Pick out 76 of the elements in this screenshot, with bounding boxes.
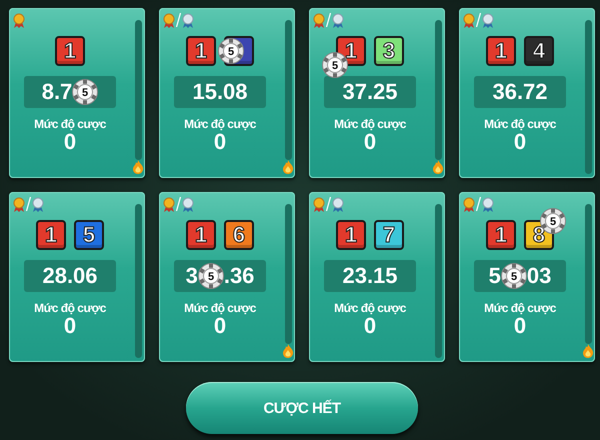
slash-icon (476, 13, 481, 27)
bet-level-label: Mức độ cược (34, 301, 106, 315)
medal-icon (482, 196, 494, 212)
medal-icon (313, 196, 325, 212)
bet-card[interactable]: 1 8.7 5 Mức độ cược 0 (9, 8, 145, 178)
medal-icon (13, 12, 25, 28)
medal-icon (13, 196, 25, 212)
medal-icon (182, 12, 194, 28)
poker-chip: 5 (72, 79, 98, 105)
flame-icon (582, 344, 594, 358)
bet-amount: 0 (64, 131, 76, 153)
medal-icon (182, 196, 194, 212)
bet-amount: 0 (364, 131, 376, 153)
odds-value: 37.25 (342, 79, 398, 105)
medal-icon (332, 196, 344, 212)
medal-icon (313, 12, 325, 28)
bet-level-label: Mức độ cược (484, 301, 556, 315)
poker-chip: 5 (500, 263, 527, 289)
die-number: 4 (532, 40, 546, 62)
bet-amount: 0 (64, 315, 76, 337)
flame-icon (282, 160, 294, 174)
slash-icon (26, 197, 31, 211)
bet-amount: 0 (514, 131, 526, 153)
slash-icon (326, 197, 331, 211)
bet-card[interactable]: 1 7 23.15 Mức độ cược 0 (309, 192, 445, 362)
die-number: 1 (494, 224, 508, 246)
bet-card[interactable]: 1 4 36.72 Mức độ cược 0 (459, 8, 595, 178)
bet-level-label: Mức độ cược (484, 117, 556, 131)
slash-icon (326, 13, 331, 27)
odds-value: .36 (224, 263, 254, 289)
die-number: 1 (344, 224, 358, 246)
die-number: 6 (232, 224, 246, 246)
die-number: 1 (194, 224, 208, 246)
slash-icon (176, 13, 181, 27)
bet-amount: 0 (514, 315, 526, 337)
bet-level-label: Mức độ cược (334, 301, 406, 315)
odds-value: 5 (488, 263, 501, 289)
medal-icon (332, 12, 344, 28)
odds-value: 36.72 (492, 79, 548, 105)
bet-amount: 0 (214, 315, 226, 337)
die-number: 1 (44, 224, 58, 246)
die-number: 1 (494, 40, 508, 62)
bet-card[interactable]: 1 6 3 5 .36 Mức độ cược 0 (159, 192, 295, 362)
bet-card[interactable]: 1 5 28.06 Mức độ cược 0 (9, 192, 145, 362)
slash-icon (476, 197, 481, 211)
medal-icon (463, 12, 475, 28)
flame-icon (282, 344, 294, 358)
die-number: 3 (382, 40, 396, 62)
odds-value: 3 (186, 263, 198, 289)
bet-card[interactable]: 1 5 3 37.25 Mức độ cược 0 (309, 8, 445, 178)
medal-icon (32, 196, 44, 212)
medal-icon (163, 196, 175, 212)
die-number: 7 (382, 224, 396, 246)
bet-level-label: Mức độ cược (184, 301, 256, 315)
bet-amount: 0 (214, 131, 226, 153)
bet-card[interactable]: 1 5 15.08 Mức độ cược 0 (159, 8, 295, 178)
die-number: 1 (64, 40, 76, 62)
odds-value: 15.08 (192, 79, 248, 105)
odds-value: 8.7 (42, 79, 72, 105)
bet-level-label: Mức độ cược (334, 117, 406, 131)
odds-value: 03 (526, 263, 552, 289)
flame-icon (432, 160, 444, 174)
die-number: 5 (82, 224, 96, 246)
slash-icon (176, 197, 181, 211)
die-number: 1 (194, 40, 208, 62)
odds-value: 23.15 (342, 263, 398, 289)
poker-chip: 5 (218, 38, 244, 64)
medal-icon (482, 12, 494, 28)
bet-level-label: Mức độ cược (34, 117, 106, 131)
medal-icon (463, 196, 475, 212)
bet-level-label: Mức độ cược (184, 117, 256, 131)
bet-amount: 0 (364, 315, 376, 337)
poker-chip: 5 (198, 263, 224, 289)
odds-value: 28.06 (42, 263, 98, 289)
medal-icon (163, 12, 175, 28)
flame-icon (132, 160, 144, 174)
